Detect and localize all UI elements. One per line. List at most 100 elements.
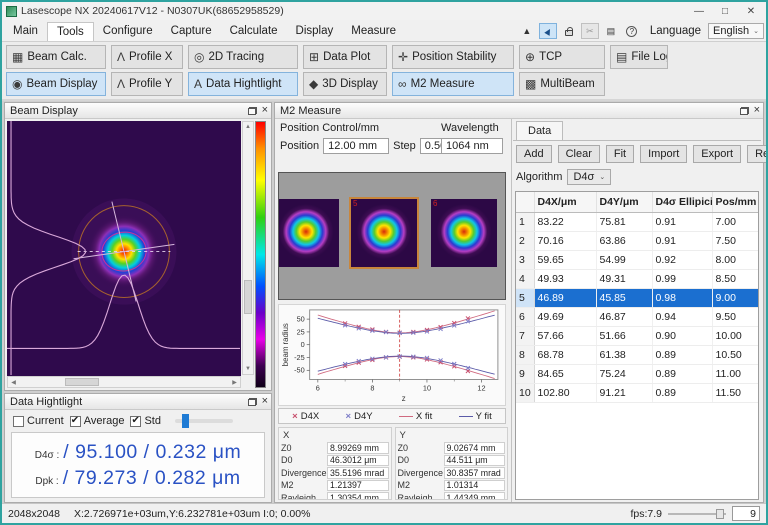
scroll-down-icon[interactable]: ▼ (245, 364, 251, 374)
menu-main[interactable]: Main (4, 22, 47, 41)
highlight-slider[interactable] (175, 419, 233, 423)
table-cell: 45.85 (596, 288, 652, 307)
slider-thumb[interactable] (716, 509, 724, 519)
restore-icon[interactable] (248, 398, 257, 406)
close-icon[interactable]: × (262, 105, 268, 116)
vertical-scrollbar[interactable]: ▲ ▼ (242, 121, 254, 375)
toolbar-multibeam[interactable]: ▩MultiBeam (519, 72, 605, 96)
toolbar-data-hightlight[interactable]: AData Hightlight (188, 72, 298, 96)
beam-image-view[interactable] (7, 121, 241, 376)
scroll-left-icon[interactable]: ◀ (8, 379, 19, 386)
buffer-value-box[interactable]: 9 (732, 506, 760, 521)
add-button[interactable]: Add (516, 145, 552, 163)
position-input[interactable]: 12.00 mm (323, 138, 389, 154)
maximize-button[interactable]: □ (712, 3, 738, 19)
language-select[interactable]: English ⌄ (708, 23, 764, 39)
table-row[interactable]: 546.8945.850.989.00 (516, 288, 759, 307)
menu-configure[interactable]: Configure (94, 22, 162, 41)
lock-icon[interactable] (560, 23, 578, 39)
scroll-up-icon[interactable]: ▲ (245, 122, 251, 132)
result-value: 8.99269 mm (327, 442, 389, 454)
table-row[interactable]: 270.1663.860.917.50 (516, 231, 759, 250)
table-cell: 10 (516, 383, 534, 402)
toolbar-beam-calc[interactable]: ▦Beam Calc. (6, 45, 106, 69)
table-row[interactable]: 449.9349.310.998.50 (516, 269, 759, 288)
toolbar-3d-display[interactable]: ◆3D Display (303, 72, 387, 96)
menu-capture[interactable]: Capture (162, 22, 221, 41)
dropup-icon[interactable]: ▲ (518, 23, 536, 39)
toolbar-2d-tracing[interactable]: ◎2D Tracing (188, 45, 298, 69)
checkbox-average[interactable]: Average (70, 415, 125, 427)
table-cell: 6 (516, 307, 534, 326)
minimize-button[interactable]: — (686, 3, 712, 19)
toolbar-tcp[interactable]: ⊕TCP (519, 45, 605, 69)
document-icon[interactable]: ▤ (602, 23, 620, 39)
checkbox-current[interactable]: Current (13, 415, 64, 427)
table-cell: 0.99 (652, 269, 712, 288)
help-icon[interactable]: ? (623, 23, 641, 39)
table-row[interactable]: 10102.8091.210.8911.50 (516, 383, 759, 402)
toolbar-data-plot[interactable]: ⊞Data Plot (303, 45, 387, 69)
toolbar-beam-display[interactable]: ◉Beam Display (6, 72, 106, 96)
three-d-display-icon: ◆ (309, 78, 318, 90)
checkbox-std[interactable]: Std (130, 415, 161, 427)
toolbar-file-log[interactable]: ▤File Log (610, 45, 668, 69)
import-button[interactable]: Import (640, 145, 687, 163)
svg-text:z: z (402, 394, 406, 403)
results-group-x: XZ08.99269 mmD046.3012 μmDivergence35.51… (278, 427, 392, 500)
result-row-rayleigh: Rayleigh1.44349 mm (398, 492, 506, 500)
fit-results: XZ08.99269 mmD046.3012 μmDivergence35.51… (278, 427, 508, 500)
result-row-divergence: Divergence30.8357 mrad (398, 467, 506, 479)
horizontal-scrollbar[interactable]: ◀ ▶ (7, 376, 241, 388)
table-row[interactable]: 649.6946.870.949.50 (516, 307, 759, 326)
table-row[interactable]: 868.7861.380.8910.50 (516, 345, 759, 364)
menu-tools[interactable]: Tools (47, 22, 94, 41)
scrollbar-thumb[interactable] (65, 378, 99, 386)
menu-calculate[interactable]: Calculate (221, 22, 287, 41)
fit-button[interactable]: Fit (606, 145, 634, 163)
toolbar-position-stability[interactable]: ✛Position Stability (392, 45, 514, 69)
export-button[interactable]: Export (693, 145, 741, 163)
restore-icon[interactable] (740, 107, 749, 115)
table-cell: 7.50 (712, 231, 759, 250)
intensity-colorbar (255, 121, 266, 388)
table-row[interactable]: 183.2275.810.917.00 (516, 212, 759, 231)
fps-slider[interactable] (668, 513, 726, 515)
clear-button[interactable]: Clear (558, 145, 600, 163)
toolbar-profile-y[interactable]: ΛProfile Y (111, 72, 183, 96)
slider-thumb[interactable] (182, 414, 189, 428)
pin-icon[interactable]: ▶ (539, 23, 557, 39)
table-row[interactable]: 757.6651.660.9010.00 (516, 326, 759, 345)
report-button[interactable]: Report (747, 145, 768, 163)
restore-icon[interactable] (248, 107, 257, 115)
beam-thumbnail[interactable] (278, 199, 339, 267)
scroll-right-icon[interactable]: ▶ (229, 379, 240, 386)
menu-display[interactable]: Display (287, 22, 343, 41)
toolbar-m2-measure[interactable]: ∞M2 Measure (392, 72, 514, 96)
toolbar-profile-x[interactable]: ΛProfile X (111, 45, 183, 69)
table-cell: 75.24 (596, 364, 652, 383)
table-row[interactable]: 359.6554.990.928.00 (516, 250, 759, 269)
close-icon[interactable]: × (754, 105, 760, 116)
scissors-icon[interactable]: ✂ (581, 23, 599, 39)
table-row[interactable]: 984.6575.240.8911.00 (516, 364, 759, 383)
calculator-icon: ▦ (12, 51, 23, 63)
scrollbar-thumb[interactable] (244, 280, 252, 314)
menu-measure[interactable]: Measure (342, 22, 405, 41)
beam-thumbnail-6[interactable]: 6 (431, 199, 497, 267)
algorithm-dropdown[interactable]: D4σ ⌄ (567, 169, 611, 185)
resolution-text: 2048x2048 (8, 508, 60, 520)
table-cell: 9.00 (712, 288, 759, 307)
position-stability-icon: ✛ (398, 51, 408, 63)
table-cell: 0.91 (652, 231, 712, 250)
beam-thumbnail-5[interactable]: 5 (351, 199, 417, 267)
tab-data[interactable]: Data (516, 121, 563, 140)
close-icon[interactable]: × (262, 396, 268, 407)
close-button[interactable]: ✕ (738, 3, 764, 19)
profile-x-icon: Λ (117, 51, 125, 63)
column-header-d4-ellipicit: D4σ Ellipicit (652, 192, 712, 212)
table-cell: 5 (516, 288, 534, 307)
result-value: 9.02674 mm (444, 442, 506, 454)
wavelength-input[interactable]: 1064 nm (441, 138, 503, 154)
svg-text:6: 6 (316, 383, 320, 392)
